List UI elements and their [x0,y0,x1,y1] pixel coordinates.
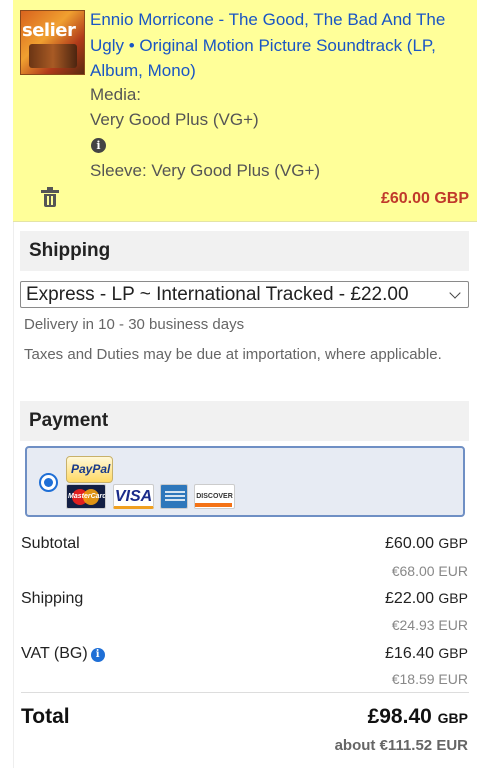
item-price: £60.00 GBP [380,190,469,207]
total-currency: GBP [437,710,468,726]
cover-artwork [29,44,77,68]
vat-label: VAT (BG) [21,645,88,662]
album-cover-image[interactable]: selier [20,10,85,75]
subtotal-label: Subtotal [21,535,80,552]
amex-icon [160,484,188,509]
payment-radio-selected[interactable] [39,473,58,492]
shipping-cost-value: £22.00 GBP [385,590,468,608]
payment-heading: Payment [29,410,109,431]
trash-can [44,194,56,207]
payment-heading-bar: Payment [20,401,469,441]
paypal-logo-text: PayPal [71,462,111,476]
trash-icon[interactable] [41,187,59,207]
vat-row: VAT (BG) i [21,645,105,663]
shipping-cost-currency: GBP [438,590,468,606]
shipping-method-select[interactable]: Express - LP ~ International Tracked - £… [20,281,469,308]
shipping-cost-label: Shipping [21,590,84,607]
subtotal-eur: €68.00 EUR [391,563,468,579]
sleeve-condition: Sleeve: Very Good Plus (VG+) [90,161,321,180]
shipping-cost-eur: €24.93 EUR [391,617,468,633]
media-label: Media: [90,85,142,104]
delivery-estimate: Delivery in 10 - 30 business days [24,316,245,333]
vat-amount: £16.40 [385,645,434,662]
mastercard-text: MasterCard [68,493,106,500]
vat-info-icon[interactable]: i [90,648,105,662]
total-eur: about €111.52 EUR [334,737,468,754]
subtotal-value: £60.00 GBP [385,535,468,553]
total-value: £98.40 GBP [368,705,468,729]
cover-text: selier [22,20,76,41]
mastercard-icon: MasterCard [66,484,106,509]
vat-currency: GBP [438,645,468,661]
shipping-heading-bar: Shipping [20,231,469,271]
trash-lid [41,187,59,193]
paypal-logo: PayPal [66,456,113,483]
shipping-method-value: Express - LP ~ International Tracked - £… [26,284,409,305]
paypal-payment-option[interactable]: PayPal MasterCard VISA DISCOVER [25,446,465,517]
chevron-down-icon [449,287,461,299]
media-condition: Very Good Plus (VG+) [90,110,259,129]
taxes-note: Taxes and Duties may be due at importati… [24,346,442,363]
cart-item: selier Ennio Morricone - The Good, The B… [13,0,477,222]
total-label: Total [21,705,70,728]
total-amount: £98.40 [367,705,432,728]
shipping-cost-amount: £22.00 [385,590,434,607]
visa-icon: VISA [113,484,154,509]
discover-icon: DISCOVER [194,484,235,509]
subtotal-amount: £60.00 [385,535,434,552]
subtotal-currency: GBP [438,535,468,551]
shipping-heading: Shipping [29,240,111,261]
vat-value: £16.40 GBP [385,645,468,663]
vat-eur: €18.59 EUR [391,671,468,687]
info-icon[interactable]: i [91,138,106,153]
item-title-link[interactable]: Ennio Morricone - The Good, The Bad And … [90,7,472,84]
total-divider [21,692,469,693]
